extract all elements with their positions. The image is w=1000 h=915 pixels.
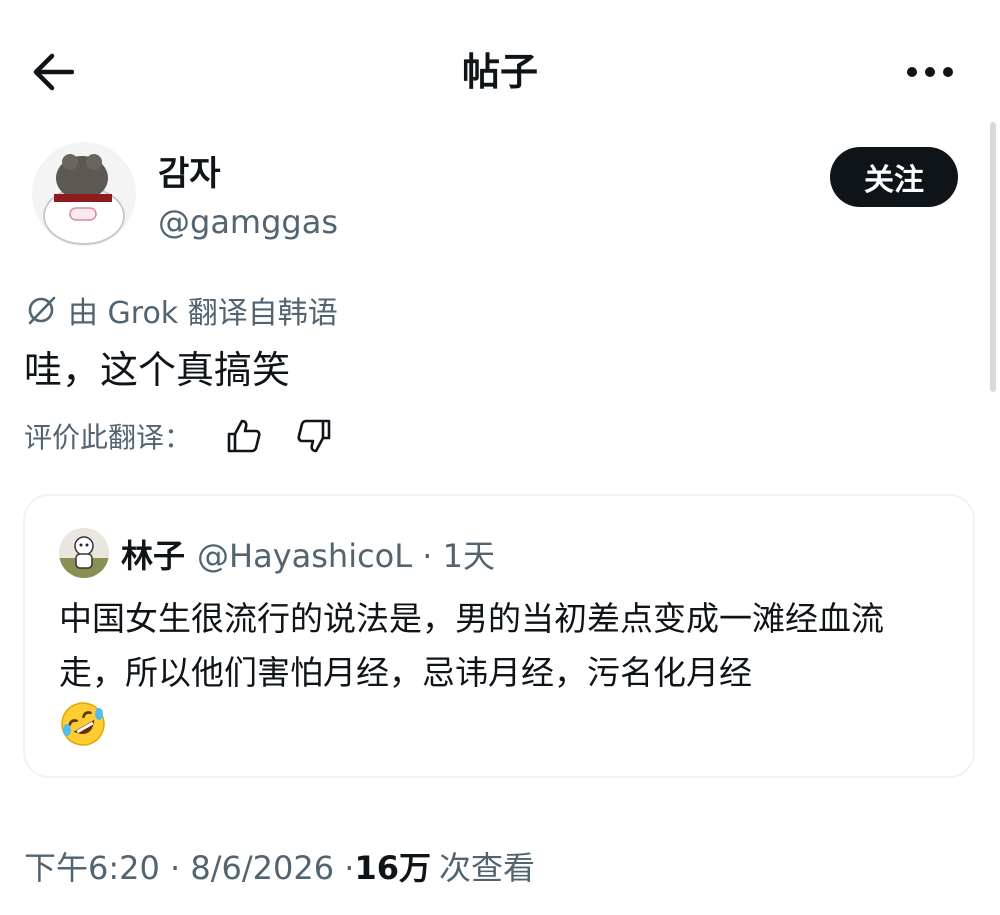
grok-icon [24, 293, 58, 327]
quoted-post-meta: 林子 @HayashicoL · 1天 [121, 530, 495, 578]
rate-translation-label: 评价此翻译： [24, 421, 193, 454]
quoted-author-name[interactable]: 林子 [121, 531, 185, 577]
more-options-button[interactable] [900, 44, 960, 100]
more-horizontal-icon [907, 67, 953, 77]
thumbs-down-button[interactable] [292, 414, 336, 458]
author-avatar[interactable] [32, 142, 136, 246]
avatar-image [32, 142, 136, 246]
post-meta: 下午6:20 · 8/6/2026 · 16万 次查看 [24, 842, 535, 890]
view-count[interactable]: 16万 [354, 843, 431, 889]
quoted-post-text: 中国女生很流行的说法是，男的当初差点变成一滩经血流走，所以他们害怕月经，忌讳月经… [59, 599, 884, 692]
quoted-avatar-image [59, 528, 109, 578]
thumbs-up-button[interactable] [222, 414, 266, 458]
top-bar: 帖子 [0, 0, 1000, 130]
view-count-label: 次查看 [439, 849, 536, 887]
thumbs-up-icon [227, 419, 261, 453]
author-handle[interactable]: @gamggas [158, 200, 338, 244]
thumbs-down-icon [297, 419, 331, 453]
post-detail-page: 帖子 감자 @gamggas 关注 由 Grok 翻译自韩语 哇，这个真搞笑 评… [0, 0, 1000, 915]
quoted-post-card[interactable]: 林子 @HayashicoL · 1天 中国女生很流行的说法是，男的当初差点变成… [23, 494, 975, 778]
scrollbar[interactable] [990, 122, 996, 392]
author-name[interactable]: 감자 [158, 152, 221, 196]
quoted-author-avatar[interactable] [59, 528, 109, 578]
rate-translation: 评价此翻译： [24, 414, 362, 458]
page-title: 帖子 [461, 50, 538, 94]
post-text: 哇，这个真搞笑 [24, 348, 291, 392]
translation-notice: 由 Grok 翻译自韩语 [24, 288, 338, 332]
post-time-date[interactable]: 下午6:20 · 8/6/2026 · [24, 843, 354, 889]
rofl-emoji-icon [61, 702, 105, 746]
translation-notice-text: 由 Grok 翻译自韩语 [68, 296, 338, 331]
quoted-author-handle-time: @HayashicoL · 1天 [197, 537, 495, 575]
follow-button[interactable]: 关注 [830, 147, 958, 207]
